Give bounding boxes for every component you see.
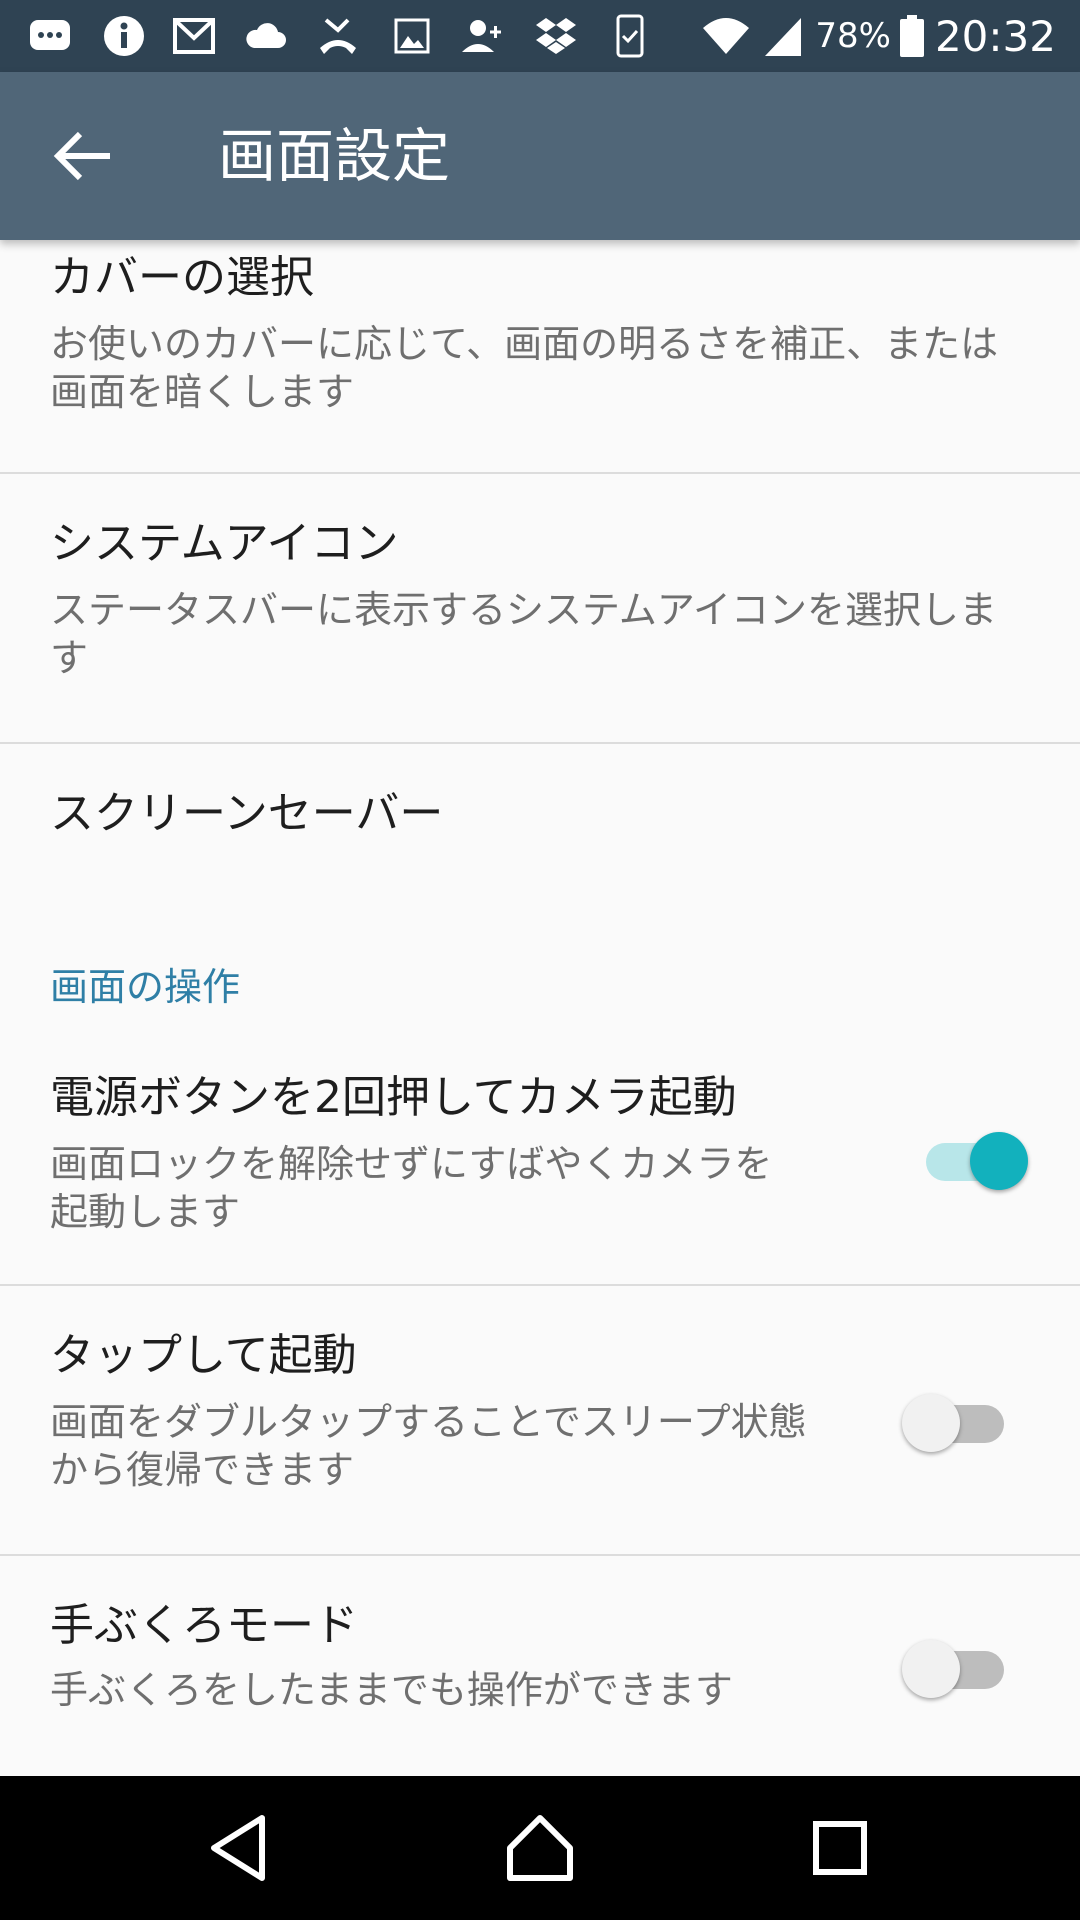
toggle-thumb [902, 1640, 960, 1698]
home-icon[interactable] [500, 1808, 580, 1888]
setting-title: 電源ボタンを2回押してカメラ起動 [50, 1072, 737, 1123]
sms-icon [30, 20, 70, 50]
setting-cover-selection[interactable]: カバーの選択 お使いのカバーに応じて、画面の明るさを補正、または画面を暗くします [0, 240, 1080, 472]
battery-icon [899, 15, 924, 57]
setting-title: 手ぶくろモード [50, 1600, 358, 1651]
setting-tap-to-wake[interactable]: タップして起動 画面をダブルタップすることでスリープ状態から復帰できます [0, 1286, 1080, 1554]
navigation-bar [0, 1776, 1080, 1920]
arrow-back-icon[interactable] [44, 116, 124, 196]
setting-summary: ステータスバーに表示するシステムアイコンを選択します [50, 588, 997, 680]
setting-title: タップして起動 [50, 1330, 357, 1381]
glove-mode-toggle[interactable] [902, 1634, 1012, 1700]
setting-summary: 画面ロックを解除せずにすばやくカメラを起動します [50, 1142, 773, 1234]
info-icon [104, 16, 144, 56]
settings-list: カバーの選択 お使いのカバーに応じて、画面の明るさを補正、または画面を暗くします… [0, 240, 1080, 1776]
phone-check-icon [616, 14, 644, 58]
setting-summary: 手ぶくろをしたままでも操作ができます [50, 1668, 733, 1712]
signal-icon [765, 18, 802, 56]
camera-launch-toggle[interactable] [918, 1126, 1028, 1192]
setting-title: システムアイコン [50, 518, 399, 569]
section-header: 画面の操作 [50, 965, 241, 1009]
toggle-thumb [902, 1394, 960, 1452]
dropbox-icon [536, 18, 576, 54]
setting-summary: お使いのカバーに応じて、画面の明るさを補正、または画面を暗くします [50, 322, 999, 414]
setting-screensaver[interactable]: スクリーンセーバー [0, 744, 1080, 934]
page-title: 画面設定 [218, 122, 451, 190]
setting-system-icons[interactable]: システムアイコン ステータスバーに表示するシステムアイコンを選択します [0, 474, 1080, 742]
wifi-icon [703, 18, 750, 54]
add-contact-icon [462, 20, 501, 52]
missed-call-icon [320, 18, 356, 54]
image-icon [394, 18, 430, 54]
gmail-icon [173, 18, 215, 54]
status-bar: 78% 20:32 [0, 0, 1080, 72]
battery-percent: 78% [815, 16, 891, 56]
app-bar: 画面設定 [0, 72, 1080, 240]
toggle-thumb [970, 1132, 1028, 1190]
back-triangle-icon[interactable] [200, 1808, 280, 1888]
clock: 20:32 [934, 11, 1056, 61]
setting-summary: 画面をダブルタップすることでスリープ状態から復帰できます [50, 1400, 807, 1492]
setting-glove-mode[interactable]: 手ぶくろモード 手ぶくろをしたままでも操作ができます [0, 1556, 1080, 1776]
recents-icon[interactable] [800, 1808, 880, 1888]
setting-title: スクリーンセーバー [50, 788, 444, 839]
setting-title: カバーの選択 [50, 252, 314, 303]
cloud-icon [246, 23, 286, 48]
tap-to-wake-toggle[interactable] [902, 1388, 1012, 1454]
